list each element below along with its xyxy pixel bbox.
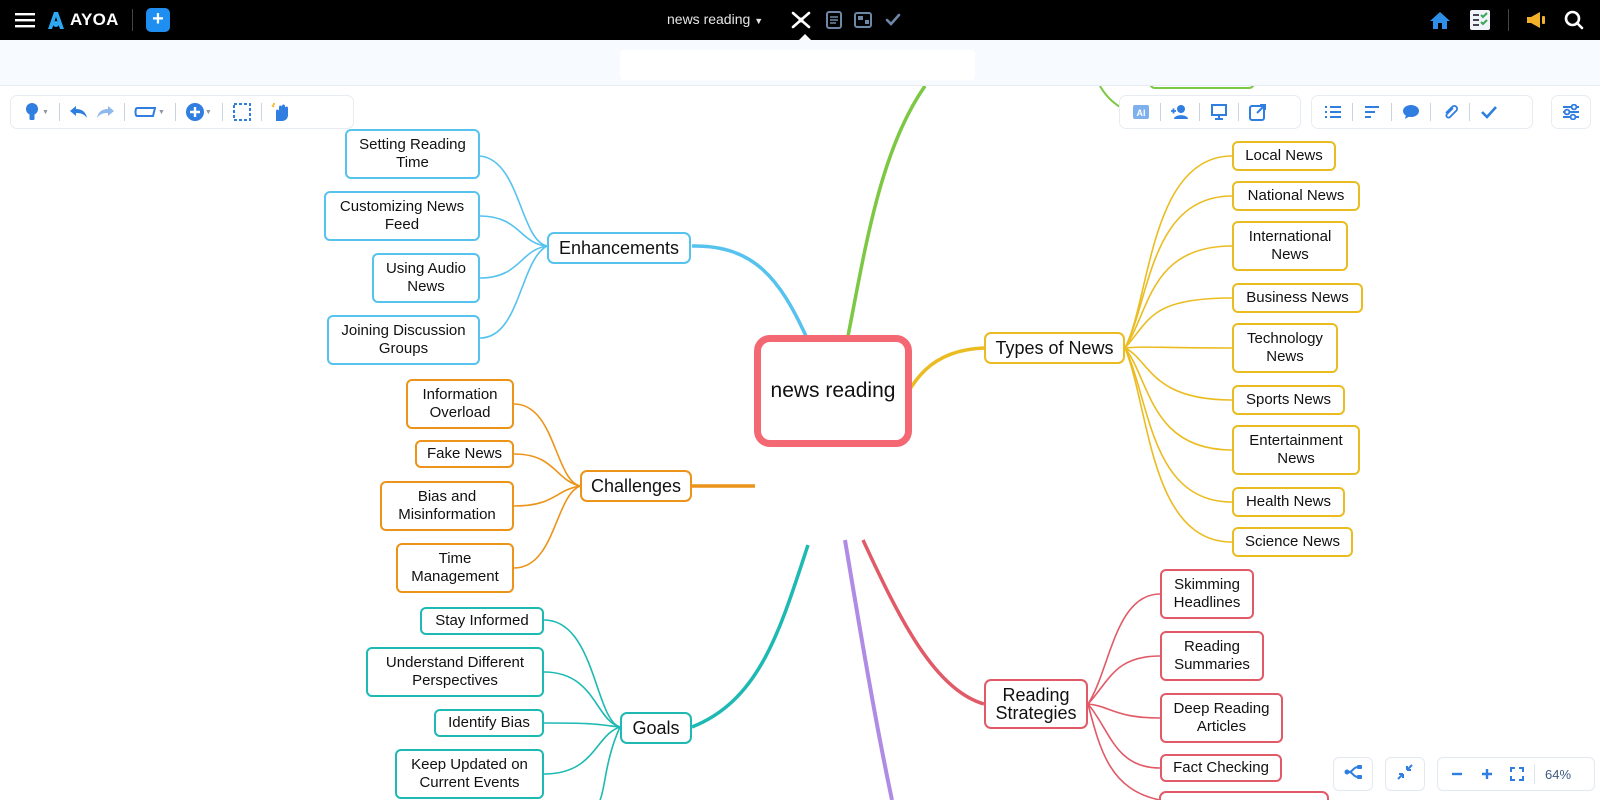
right-tool-panel-c: [1551, 95, 1591, 129]
subtopic-node[interactable]: Understand Different Perspectives: [366, 647, 544, 697]
subtopic-node[interactable]: Bias and Misinformation: [380, 481, 514, 531]
divider: [260, 103, 262, 121]
subtopic-node[interactable]: International News: [1232, 221, 1348, 271]
divider: [123, 103, 125, 121]
subtopic-node[interactable]: Entertainment News: [1232, 425, 1360, 475]
topbar-divider: [1508, 9, 1509, 31]
ai-icon[interactable]: AI: [1128, 99, 1154, 125]
top-bar: AYOA + news reading ▼: [0, 0, 1600, 40]
svg-text:AI: AI: [1137, 108, 1146, 118]
subtopic-node[interactable]: Customizing News Feed: [324, 191, 480, 241]
divider: [1469, 103, 1470, 121]
zoom-in-icon[interactable]: [1474, 761, 1500, 787]
branch-node-types-of-news[interactable]: Types of News: [984, 332, 1125, 364]
redo-icon[interactable]: [92, 99, 118, 125]
subtopic-node[interactable]: Fake News: [415, 440, 514, 468]
subtopic-node[interactable]: Business News: [1232, 283, 1363, 313]
chevron-down-icon[interactable]: ▼: [205, 109, 212, 116]
left-tool-panel: ▼ ▼ ▼: [10, 95, 354, 129]
attachment-icon[interactable]: [1437, 99, 1463, 125]
present-icon[interactable]: [1206, 99, 1232, 125]
collapse-icon: [1396, 763, 1414, 786]
subtopic-node[interactable]: Setting Reading Time: [345, 129, 480, 179]
divider: [1199, 103, 1200, 121]
layout-button[interactable]: [1333, 757, 1373, 791]
check-icon[interactable]: [1476, 99, 1502, 125]
assign-user-icon[interactable]: [1167, 99, 1193, 125]
divider: [1391, 103, 1392, 121]
magic-hand-icon[interactable]: [268, 99, 294, 125]
divider: [1352, 103, 1353, 121]
topbar-divider: [132, 9, 133, 31]
subtopic-node[interactable]: Using Audio News: [372, 253, 480, 303]
divider: [1160, 103, 1161, 121]
sort-icon[interactable]: [1359, 99, 1385, 125]
central-topic-node[interactable]: news reading: [754, 335, 912, 447]
divider: [174, 103, 176, 121]
subtopic-node[interactable]: Skimming Headlines: [1160, 569, 1254, 619]
divider: [1238, 103, 1239, 121]
app-name: AYOA: [70, 10, 119, 29]
layout-icon: [1343, 764, 1363, 785]
undo-icon[interactable]: [66, 99, 92, 125]
sub-toolbar: [0, 40, 1600, 86]
document-title: news reading: [667, 11, 751, 27]
hamburger-icon[interactable]: [14, 10, 36, 30]
subtopic-node[interactable]: National News: [1232, 181, 1360, 211]
fit-to-screen-icon[interactable]: [1504, 761, 1530, 787]
subtopic-node[interactable]: Identify Bias: [434, 709, 544, 737]
zoom-out-icon[interactable]: [1444, 761, 1470, 787]
home-icon[interactable]: [1428, 9, 1452, 31]
search-icon[interactable]: [1562, 9, 1586, 31]
right-tool-panel-a: AI: [1119, 95, 1301, 129]
list-icon[interactable]: [1320, 99, 1346, 125]
select-area-icon[interactable]: [229, 99, 255, 125]
chevron-down-icon: ▼: [754, 16, 764, 26]
chevron-down-icon[interactable]: ▼: [158, 109, 165, 116]
subtopic-node[interactable]: Health News: [1232, 487, 1345, 517]
chevron-down-icon[interactable]: ▼: [42, 109, 49, 116]
right-tool-panel-b: [1311, 95, 1533, 129]
subtopic-node[interactable]: Science News: [1232, 527, 1353, 557]
branch-node-reading-strategies[interactable]: Reading Strategies: [984, 679, 1088, 729]
subtopic-node[interactable]: Technology News: [1232, 323, 1338, 373]
divider: [1534, 764, 1535, 784]
divider: [1430, 103, 1431, 121]
settings-sliders-icon[interactable]: [1558, 99, 1584, 125]
branch-node-challenges[interactable]: Challenges: [580, 470, 692, 502]
subtopic-node[interactable]: Deep Reading Articles: [1160, 693, 1283, 743]
zoom-controls: 64%: [1437, 757, 1595, 791]
export-icon[interactable]: [1245, 99, 1271, 125]
subtopic-node[interactable]: Local News: [1232, 141, 1336, 171]
subtopic-node[interactable]: Time Management: [396, 543, 514, 593]
subtopic-node[interactable]: Fact Checking: [1160, 754, 1282, 782]
subtopic-node[interactable]: Reading Summaries: [1160, 631, 1264, 681]
subtopic-node[interactable]: Keep Updated on Current Events: [395, 749, 544, 799]
add-icon[interactable]: +: [146, 8, 170, 32]
blank-panel: [620, 50, 975, 80]
document-title-dropdown[interactable]: news reading ▼: [667, 11, 763, 27]
mindmap-view-icon[interactable]: [790, 10, 812, 30]
subtopic-node[interactable]: Stay Informed: [420, 607, 544, 635]
checklist-icon[interactable]: [1468, 8, 1492, 32]
document-view-icon[interactable]: [825, 10, 843, 30]
divider: [221, 103, 223, 121]
announcement-icon[interactable]: [1524, 9, 1548, 31]
zoom-level[interactable]: 64%: [1537, 767, 1579, 782]
shape-icon[interactable]: [131, 99, 161, 125]
comment-icon[interactable]: [1398, 99, 1424, 125]
branch-node-goals[interactable]: Goals: [620, 712, 692, 744]
collapse-button[interactable]: [1385, 757, 1425, 791]
divider: [58, 103, 60, 121]
subtopic-node[interactable]: Information Overload: [406, 379, 514, 429]
canvas-view-icon[interactable]: [853, 10, 873, 30]
subtopic-node[interactable]: Joining Discussion Groups: [327, 315, 480, 365]
ayoa-logo-icon[interactable]: [44, 8, 68, 32]
task-view-icon[interactable]: [883, 10, 903, 30]
subtopic-node[interactable]: Sports News: [1232, 385, 1345, 415]
branch-node-enhancements[interactable]: Enhancements: [547, 232, 691, 264]
